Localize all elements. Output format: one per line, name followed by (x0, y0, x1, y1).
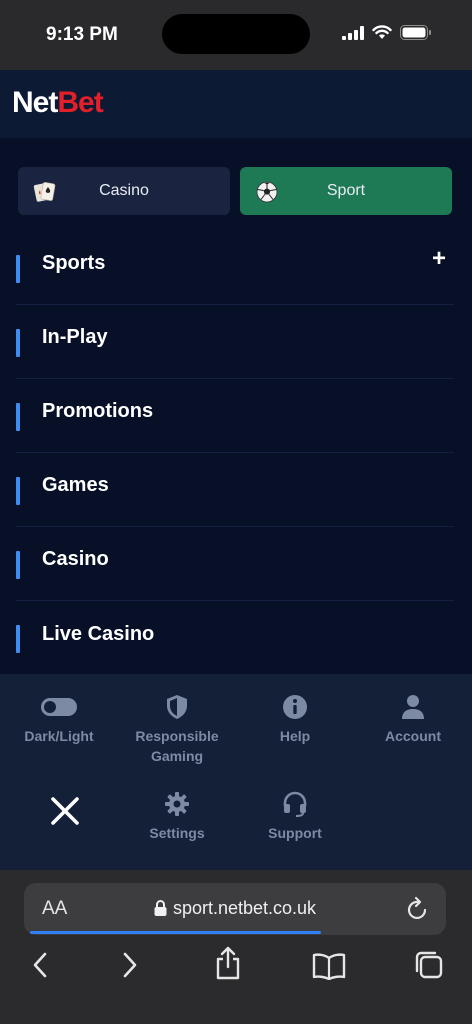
support-label: Support (268, 825, 322, 841)
menu-item-accent-bar (16, 477, 20, 505)
settings-link[interactable]: Settings (118, 791, 236, 843)
menu-item-promotions[interactable]: Promotions (16, 379, 454, 453)
menu-item-label: Live Casino (42, 622, 155, 645)
close-icon[interactable] (48, 794, 82, 828)
menu-item-sports[interactable]: Sports + (16, 231, 454, 305)
menu-item-in-play[interactable]: In-Play (16, 305, 454, 379)
menu-item-label: Sports (42, 252, 106, 274)
site-header: NetBet (0, 70, 472, 138)
reload-icon[interactable] (406, 896, 430, 922)
page-load-progress (30, 931, 321, 934)
logo-bet-text: Bet (57, 86, 103, 119)
signal-icon (342, 25, 364, 40)
help-label: Help (279, 728, 311, 744)
menu-item-accent-bar (16, 403, 20, 431)
battery-icon (400, 25, 431, 40)
menu-item-label: Promotions (42, 400, 154, 422)
toggle-icon (41, 698, 77, 716)
netbet-logo[interactable]: NetBet (12, 86, 104, 120)
help-link[interactable]: Help (236, 694, 354, 746)
casino-switch-label: Casino (99, 182, 149, 199)
shield-icon (167, 695, 187, 719)
menu-item-casino[interactable]: Casino (16, 527, 454, 601)
menu-item-live-casino[interactable]: Live Casino (16, 601, 454, 675)
product-switch: Casino Sport (18, 167, 452, 215)
menu-item-label: Games (42, 474, 109, 496)
back-icon[interactable] (30, 950, 50, 980)
menu-item-accent-bar (16, 329, 20, 357)
menu-item-accent-bar (16, 625, 20, 653)
url-text: sport.netbet.co.uk (172, 898, 317, 918)
status-time: 9:13 PM (46, 24, 118, 45)
gear-icon (165, 792, 189, 816)
sport-switch-button[interactable]: Sport (240, 167, 452, 215)
user-icon (402, 695, 424, 719)
dark-light-label: Dark/Light (24, 728, 94, 744)
responsible-gaming-label: Responsible Gaming (135, 728, 219, 764)
forward-icon[interactable] (120, 950, 140, 980)
soccer-ball-icon (256, 181, 278, 203)
lock-icon (154, 900, 167, 916)
menu-item-accent-bar (16, 551, 20, 579)
account-label: Account (385, 728, 441, 744)
account-link[interactable]: Account (354, 694, 472, 746)
browser-toolbar: AA sport.netbet.co.uk (0, 870, 472, 1024)
settings-label: Settings (149, 825, 205, 841)
url-display[interactable]: sport.netbet.co.uk (24, 898, 446, 919)
menu-footer: Dark/Light Responsible Gaming Help Accou… (0, 674, 472, 870)
expand-plus-icon[interactable]: + (432, 245, 446, 273)
wifi-icon (372, 25, 392, 39)
side-menu: Casino Sport Sports + In-Play Promotions (0, 138, 472, 674)
status-icons (342, 25, 432, 40)
menu-list: Sports + In-Play Promotions Games Casino… (16, 231, 454, 675)
support-link[interactable]: Support (236, 791, 354, 843)
info-icon (283, 695, 307, 719)
casino-switch-button[interactable]: Casino (18, 167, 230, 215)
bookmarks-icon[interactable] (312, 952, 346, 980)
playing-cards-icon (33, 182, 56, 202)
address-bar[interactable]: AA sport.netbet.co.uk (24, 883, 446, 935)
dark-light-toggle[interactable]: Dark/Light (0, 694, 118, 746)
dynamic-island (162, 14, 310, 54)
menu-item-label: In-Play (42, 326, 108, 348)
logo-net-text: Net (12, 86, 58, 119)
menu-item-accent-bar (16, 255, 20, 283)
status-bar: 9:13 PM (0, 0, 472, 70)
share-icon[interactable] (214, 946, 242, 980)
tabs-icon[interactable] (414, 950, 444, 980)
menu-item-label: Casino (42, 548, 109, 570)
headset-icon (283, 791, 307, 817)
sport-switch-label: Sport (326, 182, 366, 199)
menu-item-games[interactable]: Games (16, 453, 454, 527)
responsible-gaming-link[interactable]: Responsible Gaming (118, 694, 236, 766)
